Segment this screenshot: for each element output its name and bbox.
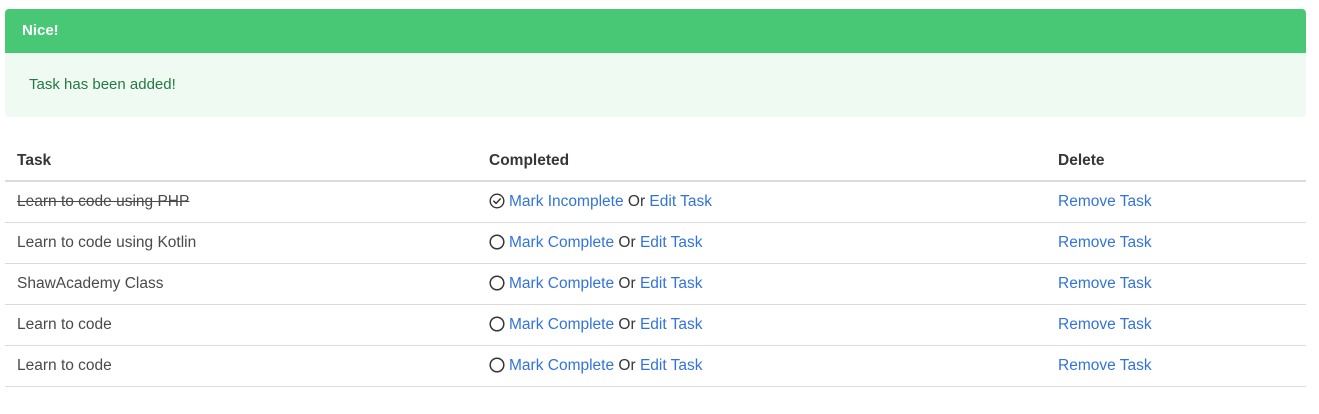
task-name: Learn to code <box>5 345 477 387</box>
edit-task-link[interactable]: Edit Task <box>640 357 703 374</box>
success-notification: Nice! Task has been added! <box>5 9 1306 117</box>
or-separator: Or <box>627 192 646 210</box>
mark-complete-link[interactable]: Mark Complete <box>509 316 614 333</box>
or-separator: Or <box>618 315 636 333</box>
notification-message: Task has been added! <box>5 53 1306 117</box>
mark-complete-link[interactable]: Mark Complete <box>509 234 614 251</box>
remove-task-link[interactable]: Remove Task <box>1058 316 1152 333</box>
table-header-row: Task Completed Delete <box>5 141 1306 182</box>
edit-task-link[interactable]: Edit Task <box>649 193 712 210</box>
circle-icon <box>489 274 505 291</box>
completed-cell: Mark Complete Or Edit Task <box>477 263 1046 305</box>
notification-title: Nice! <box>5 9 1306 53</box>
header-delete: Delete <box>1046 141 1306 182</box>
remove-task-link[interactable]: Remove Task <box>1058 234 1152 251</box>
check-circle-icon <box>489 193 505 209</box>
mark-incomplete-link[interactable]: Mark Incomplete <box>509 193 624 210</box>
edit-task-link[interactable]: Edit Task <box>640 234 703 251</box>
completed-cell: Mark Incomplete Or Edit Task <box>477 181 1046 223</box>
or-separator: Or <box>618 356 636 374</box>
mark-complete-link[interactable]: Mark Complete <box>509 357 614 374</box>
task-table: Task Completed Delete Learn to code usin… <box>5 141 1306 387</box>
remove-task-link[interactable]: Remove Task <box>1058 357 1152 374</box>
task-name: Learn to code using Kotlin <box>5 222 477 264</box>
header-completed: Completed <box>477 141 1046 182</box>
completed-cell: Mark Complete Or Edit Task <box>477 345 1046 387</box>
delete-cell: Remove Task <box>1046 345 1306 387</box>
or-separator: Or <box>618 233 636 251</box>
table-row: ShawAcademy Class Mark Complete Or Edit … <box>5 263 1306 305</box>
task-name: Learn to code <box>5 304 477 346</box>
mark-complete-link[interactable]: Mark Complete <box>509 275 614 292</box>
completed-cell: Mark Complete Or Edit Task <box>477 304 1046 346</box>
circle-icon <box>489 315 505 332</box>
delete-cell: Remove Task <box>1046 263 1306 305</box>
table-row: Learn to code Mark Complete Or Edit Task… <box>5 345 1306 387</box>
table-row: Learn to code using PHP Mark Incomplete … <box>5 181 1306 223</box>
circle-icon <box>489 356 505 373</box>
delete-cell: Remove Task <box>1046 304 1306 346</box>
completed-cell: Mark Complete Or Edit Task <box>477 222 1046 264</box>
table-row: Learn to code Mark Complete Or Edit Task… <box>5 304 1306 346</box>
edit-task-link[interactable]: Edit Task <box>640 275 703 292</box>
table-row: Learn to code using Kotlin Mark Complete… <box>5 222 1306 264</box>
edit-task-link[interactable]: Edit Task <box>640 316 703 333</box>
remove-task-link[interactable]: Remove Task <box>1058 193 1152 210</box>
or-separator: Or <box>618 274 636 292</box>
header-task: Task <box>5 141 477 182</box>
delete-cell: Remove Task <box>1046 181 1306 223</box>
task-name: Learn to code using PHP <box>5 181 477 223</box>
delete-cell: Remove Task <box>1046 222 1306 264</box>
circle-icon <box>489 233 505 250</box>
remove-task-link[interactable]: Remove Task <box>1058 275 1152 292</box>
task-name: ShawAcademy Class <box>5 263 477 305</box>
